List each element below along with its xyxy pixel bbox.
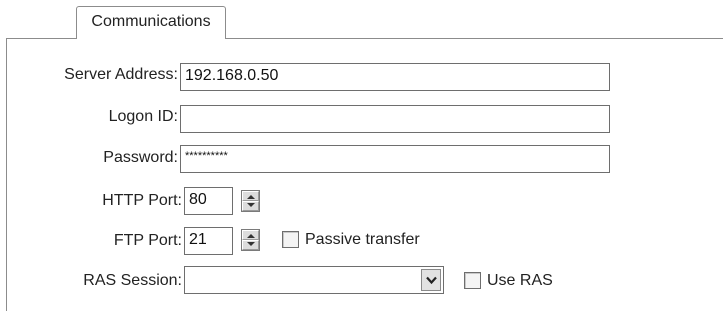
- server-address-input[interactable]: 192.168.0.50: [180, 63, 610, 91]
- ras-session-label: RAS Session:: [83, 272, 182, 289]
- http-port-input[interactable]: 80: [184, 187, 233, 215]
- ras-session-select[interactable]: [184, 266, 444, 294]
- ftp-port-label: FTP Port:: [113, 232, 182, 249]
- passive-transfer-checkbox[interactable]: [282, 231, 299, 248]
- use-ras-checkbox[interactable]: [464, 272, 481, 289]
- use-ras-label[interactable]: Use RAS: [487, 272, 553, 290]
- password-input[interactable]: **********: [180, 145, 610, 173]
- up-down-arrows-icon: [247, 234, 255, 246]
- ftp-port-input[interactable]: 21: [184, 227, 233, 255]
- tab-label: Communications: [91, 13, 211, 30]
- up-down-arrows-icon: [247, 195, 255, 207]
- server-address-label: Server Address:: [64, 66, 178, 83]
- passive-transfer-label[interactable]: Passive transfer: [305, 231, 420, 249]
- http-port-label: HTTP Port:: [102, 192, 182, 209]
- password-label: Password:: [103, 149, 178, 166]
- http-port-spinner[interactable]: [241, 190, 260, 212]
- logon-id-input[interactable]: [180, 105, 610, 133]
- tab-communications[interactable]: Communications: [76, 6, 226, 39]
- ras-session-dropdown-button[interactable]: [421, 269, 441, 291]
- chevron-down-icon: [426, 276, 437, 285]
- logon-id-label: Logon ID:: [108, 108, 178, 125]
- ftp-port-spinner[interactable]: [241, 229, 260, 251]
